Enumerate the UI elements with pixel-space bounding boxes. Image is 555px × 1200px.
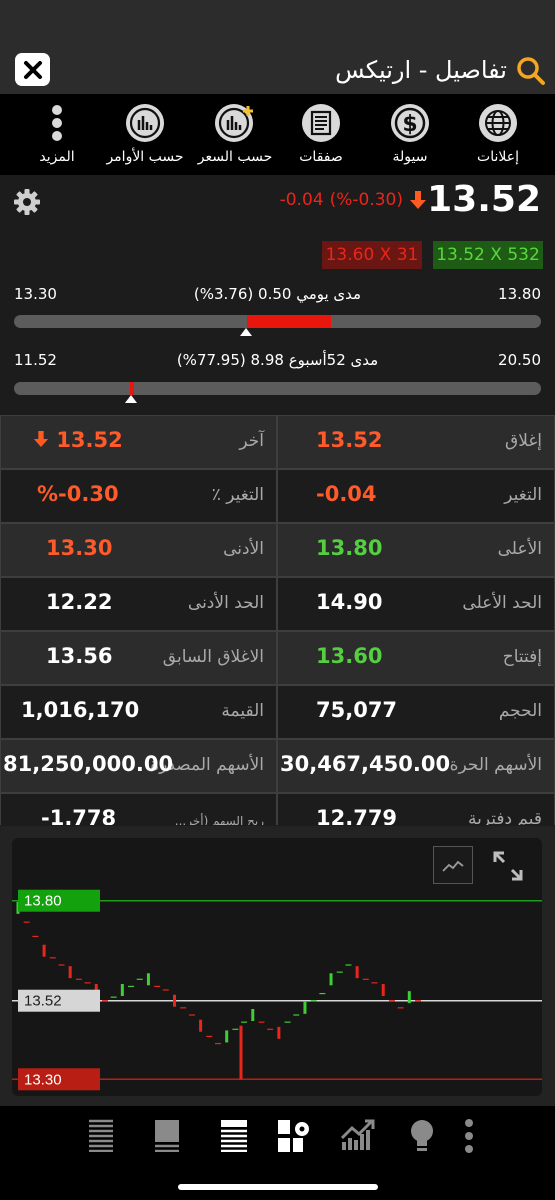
quote-panel: -0.04 (%-0.30) 13.52 13.60 X 31 13.52 X …	[0, 175, 555, 415]
stat-issued-shares: الأسهم المصدرة 81,250,000.00	[0, 739, 277, 793]
grid-settings-icon[interactable]	[276, 1118, 314, 1154]
order-book-icon[interactable]	[88, 1118, 114, 1152]
globe-icon	[479, 104, 517, 142]
stat-upper-limit: الحد الأعلى 14.90	[277, 577, 555, 631]
chart-section: 13.80 13.52 13.30	[0, 826, 555, 1106]
day-range-high: 13.80	[498, 285, 541, 303]
bar-chart-icon	[126, 104, 164, 142]
toolbar-more[interactable]: المزيد	[25, 94, 89, 175]
stats-grid: إغلاق 13.52 آخر 13.52 التغير -0.04 التغي…	[0, 415, 555, 825]
lightbulb-icon[interactable]	[408, 1118, 436, 1154]
chart-candle	[303, 1001, 307, 1014]
chart-candle	[355, 966, 359, 979]
action-toolbar: إعلانات $ سيولة صفقات حسب السعر حسب الأو…	[0, 94, 555, 175]
trend-chart-icon[interactable]	[340, 1118, 376, 1152]
chart-candle	[68, 966, 72, 979]
close-button[interactable]	[15, 53, 50, 86]
change-value: -0.04	[279, 190, 324, 210]
stat-low: الأدنى 13.30	[0, 523, 277, 577]
toolbar-by-price[interactable]: حسب السعر	[193, 94, 277, 175]
week52-bar	[14, 382, 541, 395]
svg-text:$: $	[402, 112, 417, 137]
chart-type-button[interactable]	[433, 846, 473, 884]
chart-candle	[173, 994, 177, 1007]
toolbar-label: سيولة	[392, 149, 428, 165]
toolbar-trades[interactable]: صفقات	[286, 94, 356, 175]
chart-candle	[381, 984, 385, 996]
week52-marker	[125, 395, 137, 403]
list-icon[interactable]	[154, 1118, 180, 1152]
toolbar-by-orders[interactable]: حسب الأوامر	[100, 94, 190, 175]
last-price: 13.52	[427, 179, 541, 220]
arrow-down-icon	[33, 431, 49, 447]
line-chart-icon	[442, 860, 464, 872]
expand-icon[interactable]	[490, 848, 526, 884]
price-change: -0.04 (%-0.30)	[280, 190, 427, 210]
stat-close: إغلاق 13.52	[277, 415, 555, 469]
more-vertical-icon[interactable]	[460, 1118, 478, 1154]
stat-change-pct: التغير ٪ %-0.30	[0, 469, 277, 523]
stat-value: القيمة 1,016,170	[0, 685, 277, 739]
day-range-fill	[247, 315, 331, 328]
close-icon	[23, 60, 42, 79]
bar-chart-plus-icon	[215, 104, 253, 142]
toolbar-label: المزيد	[39, 149, 75, 165]
stat-volume: الحجم 75,077	[277, 685, 555, 739]
more-vertical-icon	[52, 105, 62, 141]
toolbar-label: صفقات	[299, 149, 343, 165]
chart-candle	[277, 1026, 281, 1039]
stat-prev-close: الاغلاق السابق 13.56	[0, 631, 277, 685]
dollar-icon: $	[391, 104, 429, 142]
chart-candle	[120, 984, 124, 996]
stat-free-float: الأسهم الحرة 30,467,450.00	[277, 739, 555, 793]
stat-eps: ربح السهم (أخر... -1.778	[0, 793, 277, 825]
chart-candle	[42, 944, 46, 957]
toolbar-label: إعلانات	[477, 149, 519, 165]
app-header: تفاصيل - ارتيكس	[0, 0, 555, 94]
chart-candle	[146, 973, 150, 986]
chart-candle	[199, 1019, 203, 1032]
ask-quote: 13.60 X 31	[322, 241, 422, 269]
high-price-label: 13.80	[24, 893, 62, 910]
toolbar-label: حسب السعر	[197, 149, 273, 165]
document-icon	[302, 104, 340, 142]
home-indicator	[178, 1184, 378, 1190]
day-range-bar	[14, 315, 541, 328]
toolbar-liquidity[interactable]: $ سيولة	[375, 94, 445, 175]
table-icon[interactable]	[220, 1118, 248, 1152]
day-range-label: مدى يومي 0.50 (3.76%)	[193, 285, 362, 303]
bid-quote: 13.52 X 532	[433, 241, 543, 269]
stat-high: الأعلى 13.80	[277, 523, 555, 577]
last-price-label: 13.52	[24, 993, 62, 1010]
chart-candle	[329, 973, 333, 986]
arrow-down-icon	[410, 191, 426, 209]
week52-fill	[130, 382, 134, 395]
search-icon[interactable]	[515, 56, 547, 86]
gear-icon[interactable]	[12, 187, 42, 217]
chart-candle	[407, 991, 411, 1004]
chart-candle	[251, 1009, 255, 1021]
week52-label: مدى 52أسبوع 8.98 (77.95%)	[176, 351, 379, 369]
day-range-marker	[240, 328, 252, 336]
toolbar-label: حسب الأوامر	[106, 149, 184, 165]
stat-last: آخر 13.52	[0, 415, 277, 469]
screen-title: تفاصيل - ارتيكس	[335, 56, 507, 84]
change-percent: (%-0.30)	[329, 190, 403, 210]
chart-candle	[225, 1030, 229, 1043]
stat-lower-limit: الحد الأدنى 12.22	[0, 577, 277, 631]
low-price-label: 13.30	[24, 1071, 62, 1088]
intraday-chart[interactable]: 13.80 13.52 13.30	[12, 838, 542, 1096]
stat-book-value: قيم دفترية 12.779	[277, 793, 555, 825]
toolbar-announcements[interactable]: إعلانات	[463, 94, 533, 175]
week52-high: 20.50	[498, 351, 541, 369]
stat-change: التغير -0.04	[277, 469, 555, 523]
stat-open: إفتتاح 13.60	[277, 631, 555, 685]
